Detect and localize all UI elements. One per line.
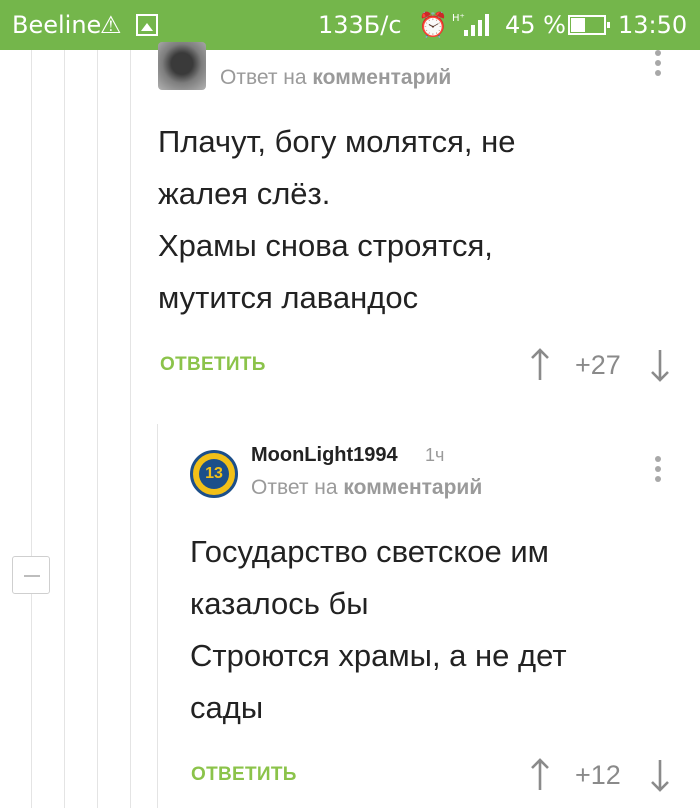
reply-to-link[interactable]: Ответ на комментарий xyxy=(251,476,482,500)
downvote-icon[interactable] xyxy=(650,348,670,382)
comment-menu-icon[interactable] xyxy=(655,50,661,78)
avatar[interactable]: 13 xyxy=(190,450,238,498)
comment-body: Плачут, богу молятся, не жалея слёз. Хра… xyxy=(158,116,515,324)
comment-time: 1ч xyxy=(425,445,445,465)
avatar-badge: 13 xyxy=(199,459,229,489)
rating-count: +12 xyxy=(575,760,621,790)
reply-to-prefix: Ответ на xyxy=(220,66,313,89)
comment: 13 MoonLight1994 1ч Ответ на комментарий… xyxy=(0,400,700,808)
comment-line: казалось бы xyxy=(190,586,369,621)
rating-count: +27 xyxy=(575,350,621,380)
comment-menu-icon[interactable] xyxy=(655,456,661,484)
reply-to-target: комментарий xyxy=(343,476,483,499)
comment-line: сады xyxy=(190,690,264,725)
downvote-icon[interactable] xyxy=(650,758,670,792)
comment-line: Плачут, богу молятся, не xyxy=(158,124,516,159)
comment: Ответ на комментарий Плачут, богу молятс… xyxy=(0,0,700,400)
reply-to-prefix: Ответ на xyxy=(251,476,344,499)
comment-author[interactable]: MoonLight1994 xyxy=(251,444,398,467)
upvote-icon[interactable] xyxy=(530,758,550,792)
comment-line: жалея слёз. xyxy=(158,176,331,211)
comment-line: Государство светское им xyxy=(190,534,549,569)
avatar[interactable] xyxy=(158,42,206,90)
reply-to-target: комментарий xyxy=(312,66,452,89)
upvote-icon[interactable] xyxy=(530,348,550,382)
reply-button[interactable]: ОТВЕТИТЬ xyxy=(191,764,297,786)
comment-line: Строются храмы, а не дет xyxy=(190,638,567,673)
reply-to-link[interactable]: Ответ на комментарий xyxy=(220,66,451,90)
comment-line: Храмы снова строятся, xyxy=(158,228,493,263)
comment-line: мутится лавандос xyxy=(158,280,419,315)
comment-body: Государство светское им казалось бы Стро… xyxy=(190,526,567,734)
reply-button[interactable]: ОТВЕТИТЬ xyxy=(160,354,266,376)
